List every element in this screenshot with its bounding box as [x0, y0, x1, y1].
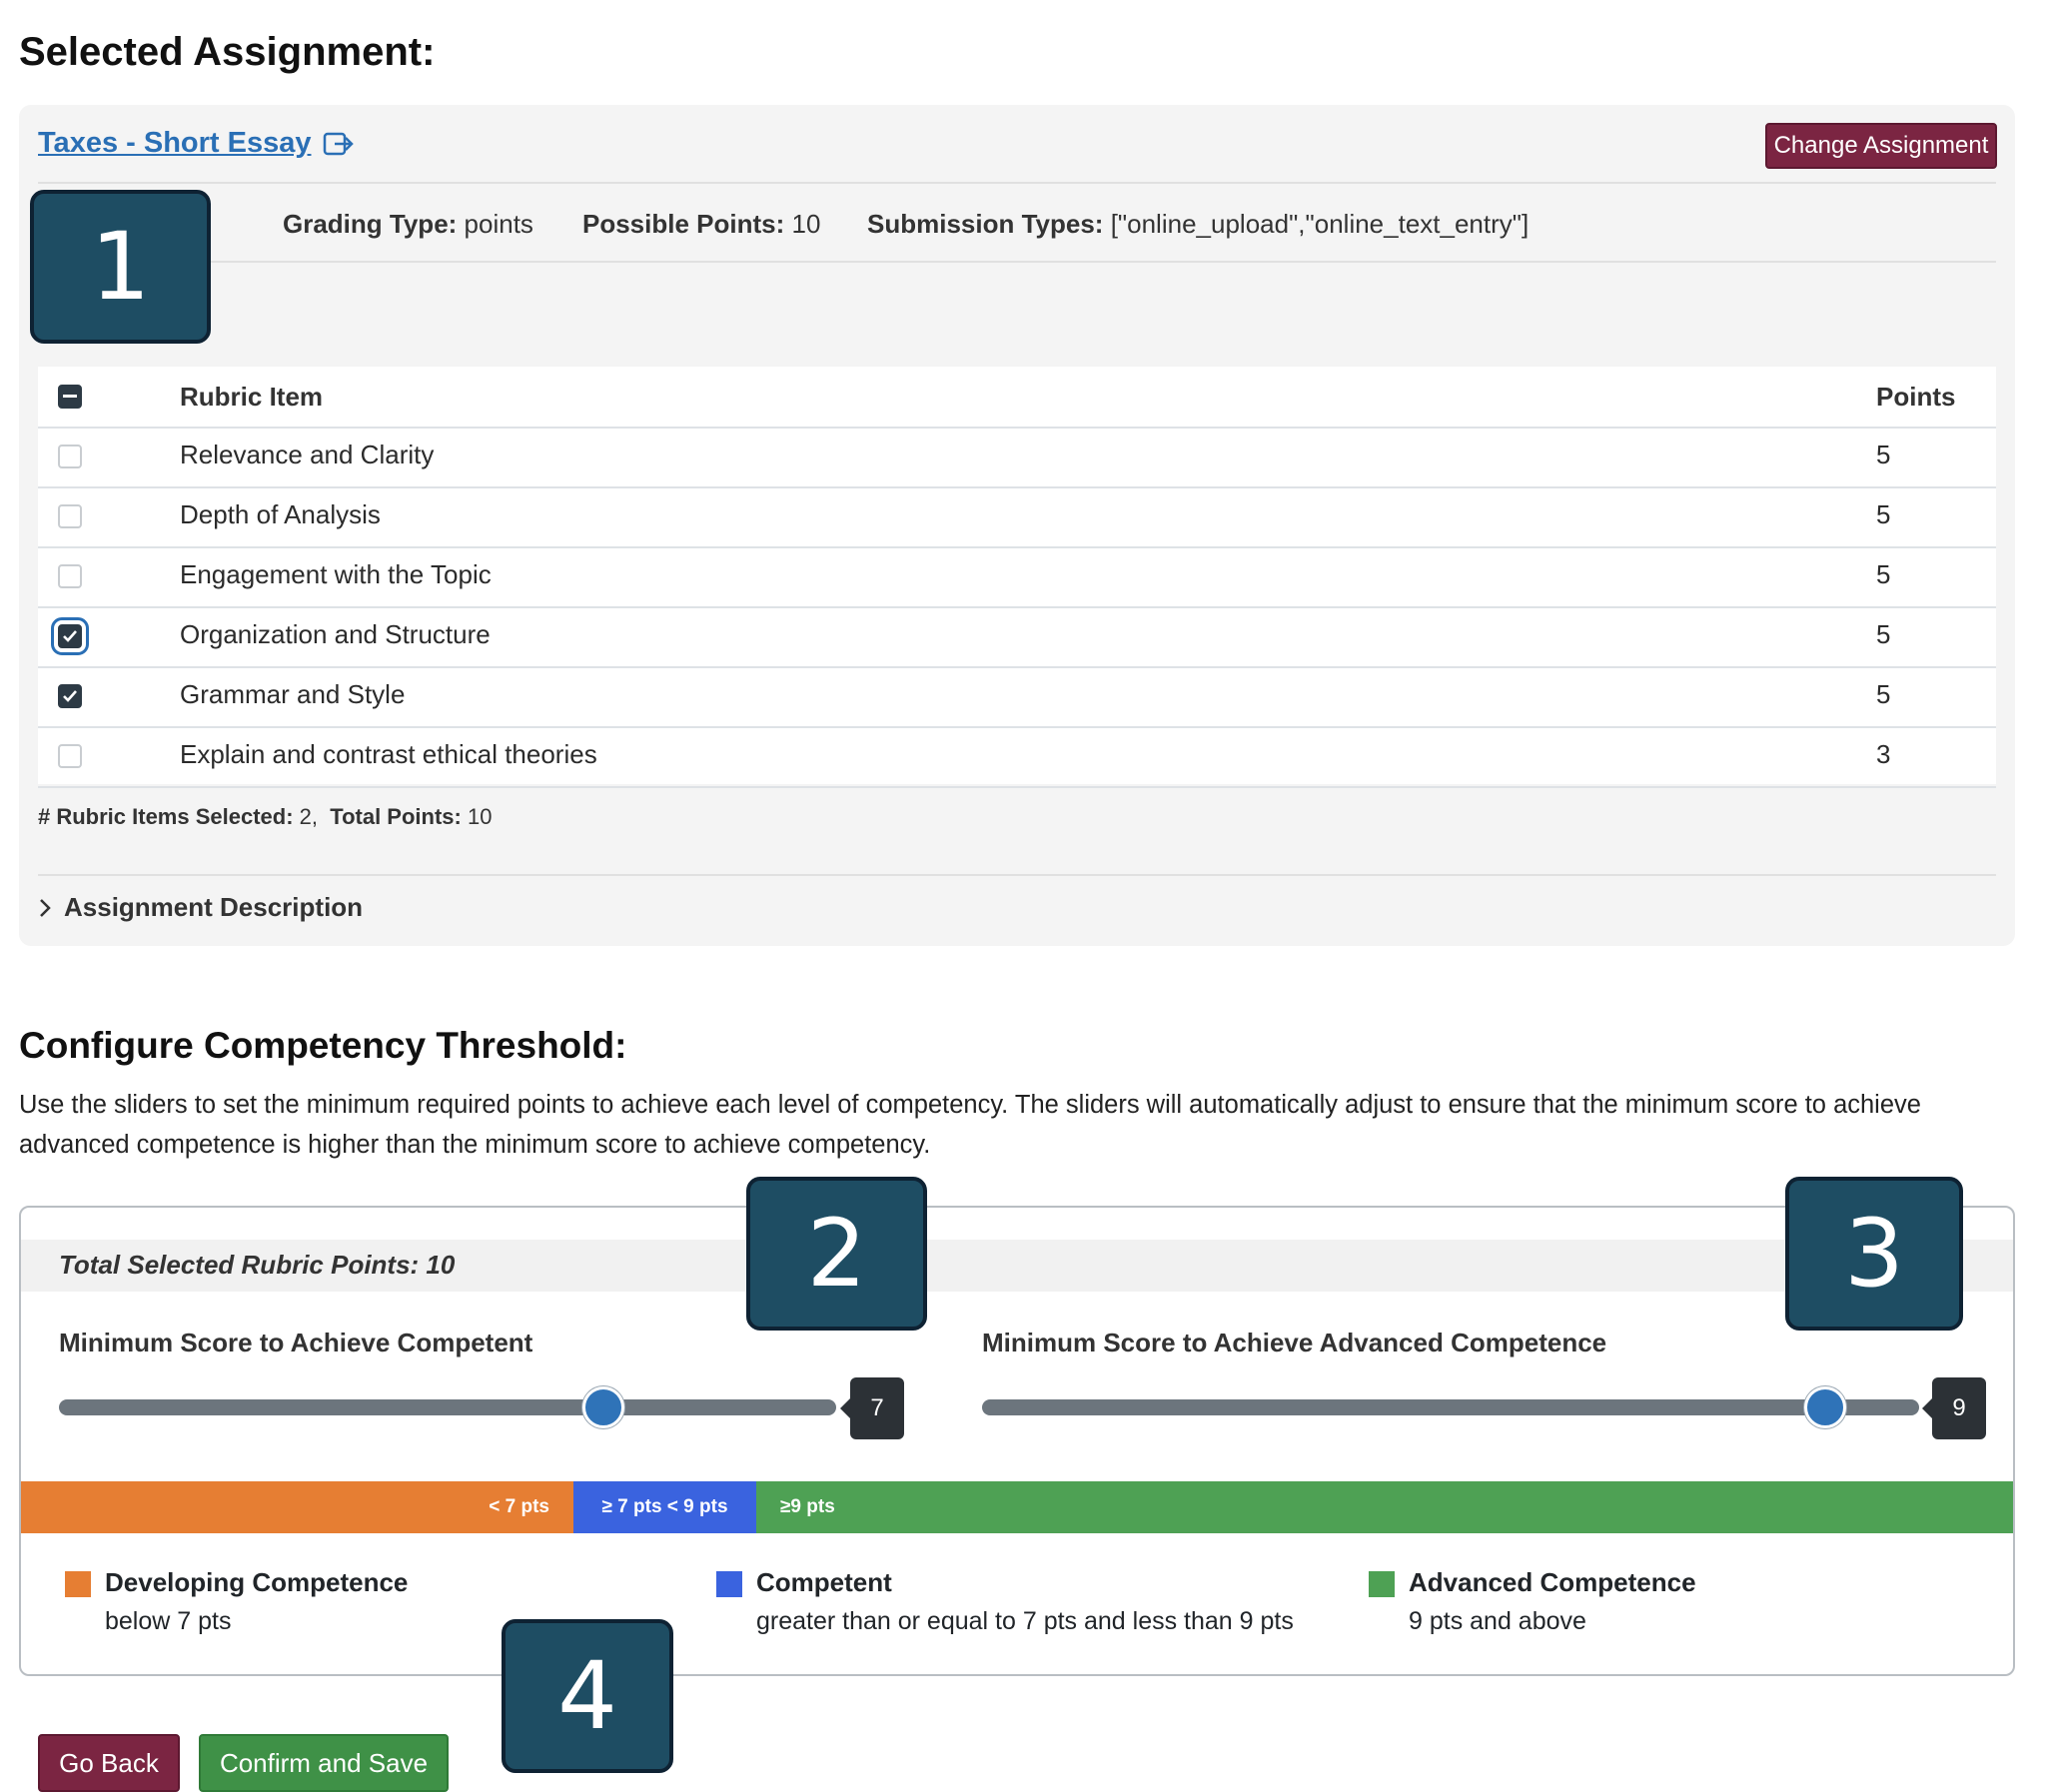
competent-description: greater than or equal to 7 pts and less …	[756, 1607, 1294, 1635]
competent-slider-thumb[interactable]	[581, 1386, 624, 1428]
advanced-color-swatch	[1369, 1571, 1395, 1597]
select-all-checkbox[interactable]	[58, 385, 82, 409]
callout-marker-2: 2	[746, 1177, 927, 1331]
competent-slider-track[interactable]	[59, 1399, 836, 1415]
table-row: Relevance and Clarity 5	[38, 427, 1996, 488]
submission-types-value: ["online_upload","online_text_entry"]	[1110, 209, 1530, 239]
possible-points-label: Possible Points:	[582, 209, 785, 239]
threshold-panel: Total Selected Rubric Points: 10 Minimum…	[19, 1206, 2015, 1676]
total-selected-points: Total Selected Rubric Points: 10	[59, 1250, 456, 1280]
competent-range-label: ≥ 7 pts < 9 pts	[601, 1496, 728, 1517]
threshold-heading: Configure Competency Threshold:	[19, 1025, 627, 1066]
rubric-summary: # Rubric Items Selected: 2, Total Points…	[38, 804, 492, 830]
developing-description: below 7 pts	[105, 1607, 232, 1635]
rubric-item-name: Explain and contrast ethical theories	[180, 739, 597, 769]
table-row: Explain and contrast ethical theories 3	[38, 726, 1996, 788]
rubric-item-points: 5	[1876, 619, 1891, 649]
possible-points-value: 10	[791, 209, 821, 239]
developing-color-swatch	[65, 1571, 91, 1597]
competent-color-swatch	[716, 1571, 742, 1597]
rubric-item-checkbox[interactable]	[58, 504, 82, 528]
advanced-slider-thumb[interactable]	[1804, 1386, 1847, 1428]
selected-count-value: 2,	[299, 804, 319, 829]
rubric-item-points: 5	[1876, 559, 1891, 589]
total-points-label: Total Points:	[330, 804, 462, 829]
rubric-item-name: Organization and Structure	[180, 619, 491, 649]
rubric-table: Rubric Item Points Relevance and Clarity…	[38, 367, 1996, 788]
developing-range-segment: < 7 pts	[21, 1481, 573, 1533]
checkmark-icon	[63, 630, 77, 642]
possible-points: Possible Points: 10	[582, 209, 820, 240]
rubric-item-checkbox[interactable]	[51, 617, 89, 655]
developing-range-label: < 7 pts	[489, 1496, 549, 1517]
assignment-card: Taxes - Short Essay Change Assignment ed…	[19, 105, 2015, 946]
rubric-item-name: Grammar and Style	[180, 679, 406, 709]
external-link-icon	[324, 132, 355, 155]
grading-type: Grading Type: points	[283, 209, 533, 240]
callout-marker-1: 1	[30, 190, 211, 344]
competent-slider-value: 7	[840, 1377, 904, 1439]
callout-marker-3: 3	[1785, 1177, 1963, 1331]
assignment-link[interactable]: Taxes - Short Essay	[38, 127, 355, 160]
minus-icon	[63, 395, 77, 398]
rubric-item-points: 3	[1876, 739, 1891, 769]
table-row: Engagement with the Topic 5	[38, 546, 1996, 608]
table-row: Grammar and Style 5	[38, 666, 1996, 728]
assignment-description-label[interactable]: Assignment Description	[64, 892, 363, 923]
advanced-title: Advanced Competence	[1409, 1567, 1696, 1597]
column-header-rubric-item: Rubric Item	[180, 382, 324, 412]
confirm-and-save-button[interactable]: Confirm and Save	[199, 1734, 449, 1792]
submission-types-label: Submission Types:	[867, 209, 1104, 239]
rubric-item-name: Relevance and Clarity	[180, 440, 435, 469]
go-back-button[interactable]: Go Back	[38, 1734, 180, 1792]
assignment-name[interactable]: Taxes - Short Essay	[38, 127, 311, 160]
table-header-row: Rubric Item Points	[38, 367, 1996, 429]
rubric-item-checkbox[interactable]	[58, 684, 82, 708]
rubric-item-checkbox[interactable]	[58, 445, 82, 468]
advanced-range-label: ≥9 pts	[780, 1496, 835, 1517]
threshold-instructions-line2: advanced competence is higher than the m…	[19, 1131, 931, 1159]
checkmark-icon	[63, 690, 77, 702]
rubric-item-name: Engagement with the Topic	[180, 559, 492, 589]
grading-type-value: points	[464, 209, 533, 239]
rubric-item-points: 5	[1876, 679, 1891, 709]
competency-range-bar: < 7 pts ≥ 7 pts < 9 pts ≥9 pts	[21, 1481, 2013, 1533]
divider	[38, 261, 1996, 263]
assignment-description-toggle[interactable]: Assignment Description	[38, 892, 363, 923]
selected-count-label: # Rubric Items Selected:	[38, 804, 294, 829]
competent-range-segment: ≥ 7 pts < 9 pts	[573, 1481, 756, 1533]
total-points-value: 10	[467, 804, 493, 829]
advanced-slider-label: Minimum Score to Achieve Advanced Compet…	[982, 1328, 1607, 1357]
callout-marker-4: 4	[502, 1619, 673, 1773]
advanced-description: 9 pts and above	[1409, 1607, 1586, 1635]
rubric-item-checkbox[interactable]	[58, 744, 82, 768]
table-row: Depth of Analysis 5	[38, 486, 1996, 548]
submission-types: Submission Types: ["online_upload","onli…	[867, 209, 1529, 240]
developing-title: Developing Competence	[105, 1567, 409, 1597]
column-header-points: Points	[1876, 382, 1956, 412]
change-assignment-button[interactable]: Change Assignment	[1765, 123, 1997, 169]
divider	[38, 182, 1996, 184]
divider	[38, 874, 1996, 876]
rubric-item-points: 5	[1876, 440, 1891, 469]
advanced-slider-value: 9	[1922, 1377, 1986, 1439]
rubric-item-checkbox[interactable]	[58, 564, 82, 588]
competent-slider-label: Minimum Score to Achieve Competent	[59, 1328, 533, 1357]
selected-assignment-heading: Selected Assignment:	[19, 30, 436, 74]
advanced-slider-track[interactable]	[982, 1399, 1919, 1415]
advanced-range-segment: ≥9 pts	[756, 1481, 2013, 1533]
threshold-instructions-line1: Use the sliders to set the minimum requi…	[19, 1091, 1921, 1119]
grading-type-label: Grading Type:	[283, 209, 458, 239]
table-row: Organization and Structure 5	[38, 606, 1996, 668]
rubric-item-name: Depth of Analysis	[180, 499, 381, 529]
competent-title: Competent	[756, 1567, 892, 1597]
chevron-right-icon	[40, 898, 51, 917]
rubric-item-points: 5	[1876, 499, 1891, 529]
